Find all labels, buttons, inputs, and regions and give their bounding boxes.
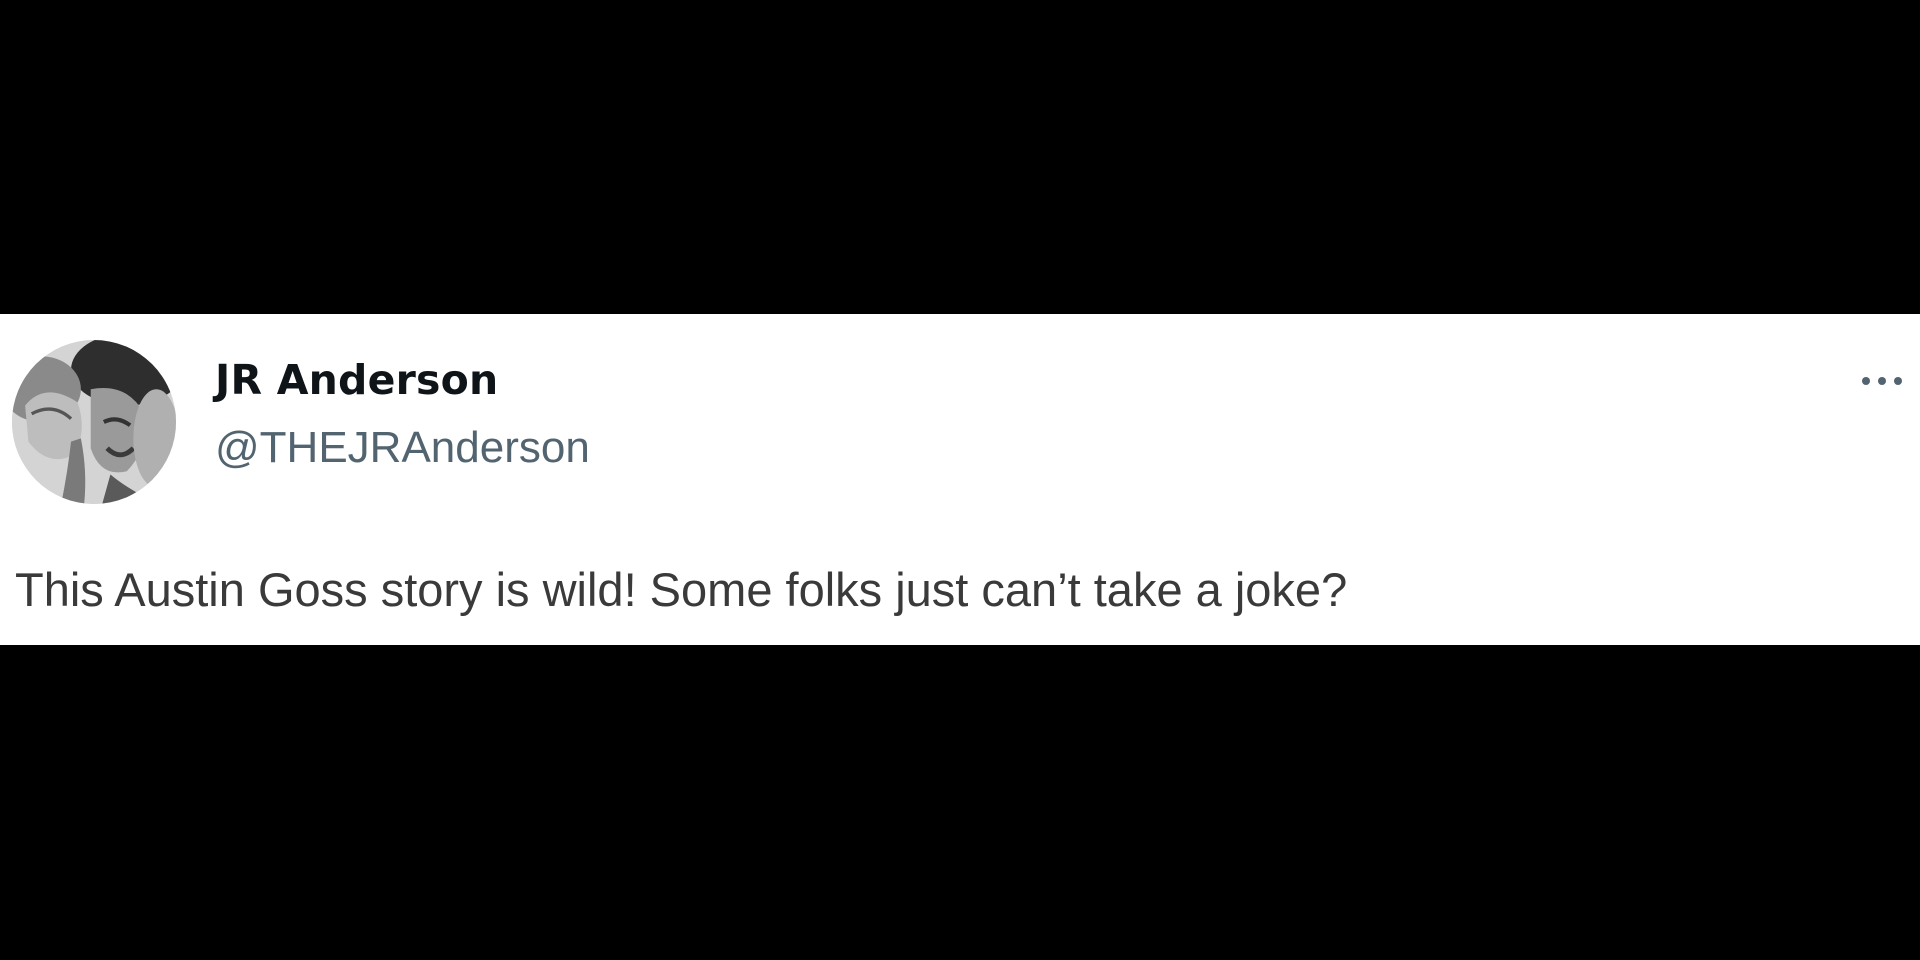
avatar[interactable]	[12, 340, 176, 504]
more-horizontal-icon	[1878, 377, 1886, 385]
user-handle[interactable]: @THEJRAnderson	[215, 426, 590, 470]
more-options-button[interactable]	[1854, 364, 1914, 398]
tweet-text: This Austin Goss story is wild! Some fol…	[15, 563, 1348, 616]
more-horizontal-icon	[1862, 377, 1870, 385]
screenshot-frame: JR Anderson @THEJRAnderson This Austin G…	[0, 0, 1920, 960]
display-name[interactable]: JR Anderson	[215, 360, 498, 401]
avatar-photo-icon	[12, 340, 176, 504]
tweet-card: JR Anderson @THEJRAnderson This Austin G…	[0, 314, 1920, 645]
more-horizontal-icon	[1894, 377, 1902, 385]
